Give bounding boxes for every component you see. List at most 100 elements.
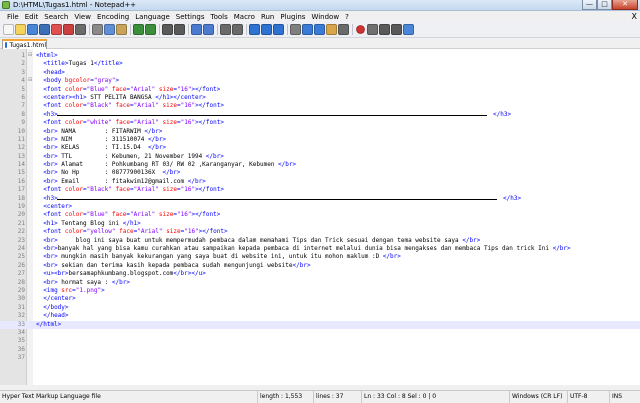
menu-help[interactable]: ? [342,13,352,21]
menu-settings[interactable]: Settings [173,13,208,21]
record-macro-icon[interactable] [356,25,365,34]
menu-window[interactable]: Window [308,13,342,21]
monitor-icon[interactable] [338,24,349,35]
sync-v-icon[interactable] [220,24,231,35]
menu-encoding[interactable]: Encoding [94,13,132,21]
indent-guide-icon[interactable] [273,24,284,35]
code-line[interactable]: 17 <font color="Black" face="Arial" size… [0,186,640,194]
line-number: 6 [21,93,25,101]
line-number: 30 [17,295,25,303]
code-text-tail: </h3> [493,110,512,118]
wrap-icon[interactable] [249,24,260,35]
function-list-icon[interactable] [314,24,325,35]
menu-run[interactable]: Run [258,13,277,21]
doc-map-icon[interactable] [302,24,313,35]
code-line[interactable]: 15 <br> No Hp : 08777900136X </br> [0,169,640,177]
code-line[interactable]: 9 <font color="white" face="Arial" size=… [0,119,640,127]
new-file-icon[interactable] [3,24,14,35]
code-line[interactable]: 26 <br> sekian dan terima kasih kepada p… [0,262,640,270]
code-line[interactable]: 19 <center> [0,203,640,211]
menu-macro[interactable]: Macro [231,13,258,21]
code-line[interactable]: 3 <head> [0,69,640,77]
code-line[interactable]: 20 <font color="Blue" face="Arial" size=… [0,211,640,219]
zoom-in-icon[interactable] [191,24,202,35]
cut-icon[interactable] [92,24,103,35]
code-line[interactable]: 16 <br> Email : fitakwim12@gmail.com </b… [0,178,640,186]
title-bar[interactable]: D:\HTML\Tugas1.html - Notepad++ — □ ✕ [0,0,640,11]
code-text: <u><br>bersamaphkumbang.blogspot.com</br… [43,270,206,278]
menu-edit[interactable]: Edit [22,13,42,21]
code-line[interactable]: 22 <font color="yellow" face="Arial" siz… [0,228,640,236]
run-macro-multiple-icon[interactable] [391,24,402,35]
code-line[interactable]: 14 <br> Alamat : Pohkumbang RT 03/ RW 02… [0,161,640,169]
menu-file[interactable]: File [4,13,22,21]
paste-icon[interactable] [116,24,127,35]
sync-h-icon[interactable] [232,24,243,35]
redo-icon[interactable] [145,24,156,35]
code-text: <h3> [43,194,58,202]
code-line[interactable]: 1 ⊟ <html> [0,52,640,60]
save-macro-icon[interactable] [403,24,414,35]
close-icon[interactable] [51,24,62,35]
code-line[interactable]: 18 <h3> </h3> [0,195,640,203]
code-text: <font color="white" face="Arial" size="1… [43,119,224,127]
undo-icon[interactable] [133,24,144,35]
code-line[interactable]: 31 </body> [0,304,640,312]
fold-toggle-icon[interactable]: ⊟ [28,78,33,83]
copy-icon[interactable] [104,24,115,35]
code-line[interactable]: 7 <font color="Black" face="Arial" size=… [0,102,640,110]
close-window-button[interactable]: ✕ [612,0,638,10]
play-macro-icon[interactable] [379,24,390,35]
code-line[interactable]: 8 <h3> </h3> [0,111,640,119]
code-line[interactable]: 5 <font color="Blue" face="Arial" size="… [0,86,640,94]
replace-icon[interactable] [174,24,185,35]
code-line[interactable]: 37 [0,354,640,362]
line-number: 33 [17,320,25,328]
print-icon[interactable] [75,24,86,35]
code-line[interactable]: 33 </html> [0,320,640,329]
code-line[interactable]: 36 [0,346,640,354]
code-line[interactable]: 6 <center><h1> STT PELITA BANGSA </h1></… [0,94,640,102]
code-line[interactable]: 28 <br> hormat saya : </br> [0,279,640,287]
open-file-icon[interactable] [15,24,26,35]
code-line[interactable]: 2 <title>Tugas 1</title> [0,60,640,68]
code-line[interactable]: 4 ⊟ <body bgcolor="gray"> [0,77,640,85]
code-line[interactable]: 13 <br> TTL : Kebumen, 21 November 1994 … [0,153,640,161]
save-icon[interactable] [27,24,38,35]
code-line[interactable]: 32 </head> [0,312,640,320]
editor-area[interactable]: 1 ⊟ <html> 2 <title>Tugas 1</title> 3 <head>… [0,49,640,385]
code-line[interactable]: 24 <br>banyak hal yang bisa kamu curahka… [0,245,640,253]
code-line[interactable]: 23 <br> blog ini saya buat untuk memperm… [0,237,640,245]
line-number: 23 [17,236,25,244]
code-line[interactable]: 25 <br> mungkin masih banyak kekurangan … [0,253,640,261]
stop-macro-icon[interactable] [367,24,378,35]
code-line[interactable]: 29 <img src="1.png"> [0,287,640,295]
close-document-icon[interactable]: X [632,11,637,22]
code-text: <font color="Blue" face="Arial" size="16… [43,85,221,93]
close-all-icon[interactable] [63,24,74,35]
code-line[interactable]: 21 <h1> Tentang Blog ini </h1> [0,220,640,228]
code-line[interactable]: 34 [0,329,640,337]
menu-plugins[interactable]: Plugins [277,13,308,21]
all-chars-icon[interactable] [261,24,272,35]
menu-language[interactable]: Language [132,13,173,21]
code-line[interactable]: 30 </center> [0,295,640,303]
minimize-button[interactable]: — [582,0,597,10]
code-line[interactable]: 12 <br> KELAS : TI.15.D4 </br> [0,144,640,152]
code-line[interactable]: 11 <br> NIM : 311510074 </br> [0,136,640,144]
fold-toggle-icon[interactable]: ⊟ [28,53,33,58]
line-number: 25 [17,253,25,261]
folder-workspace-icon[interactable] [326,24,337,35]
code-line[interactable]: 27 <u><br>bersamaphkumbang.blogspot.com<… [0,270,640,278]
find-icon[interactable] [162,24,173,35]
code-line[interactable]: 10 <br> NAMA : FITARWIM </br> [0,128,640,136]
save-all-icon[interactable] [39,24,50,35]
menu-view[interactable]: View [71,13,94,21]
maximize-button[interactable]: □ [597,0,612,10]
menu-search[interactable]: Search [41,13,71,21]
menu-tools[interactable]: Tools [208,13,231,21]
zoom-out-icon[interactable] [203,24,214,35]
tab-tugas1[interactable]: Tugas1.html [2,39,47,49]
udl-icon[interactable] [290,24,301,35]
code-line[interactable]: 35 [0,337,640,345]
